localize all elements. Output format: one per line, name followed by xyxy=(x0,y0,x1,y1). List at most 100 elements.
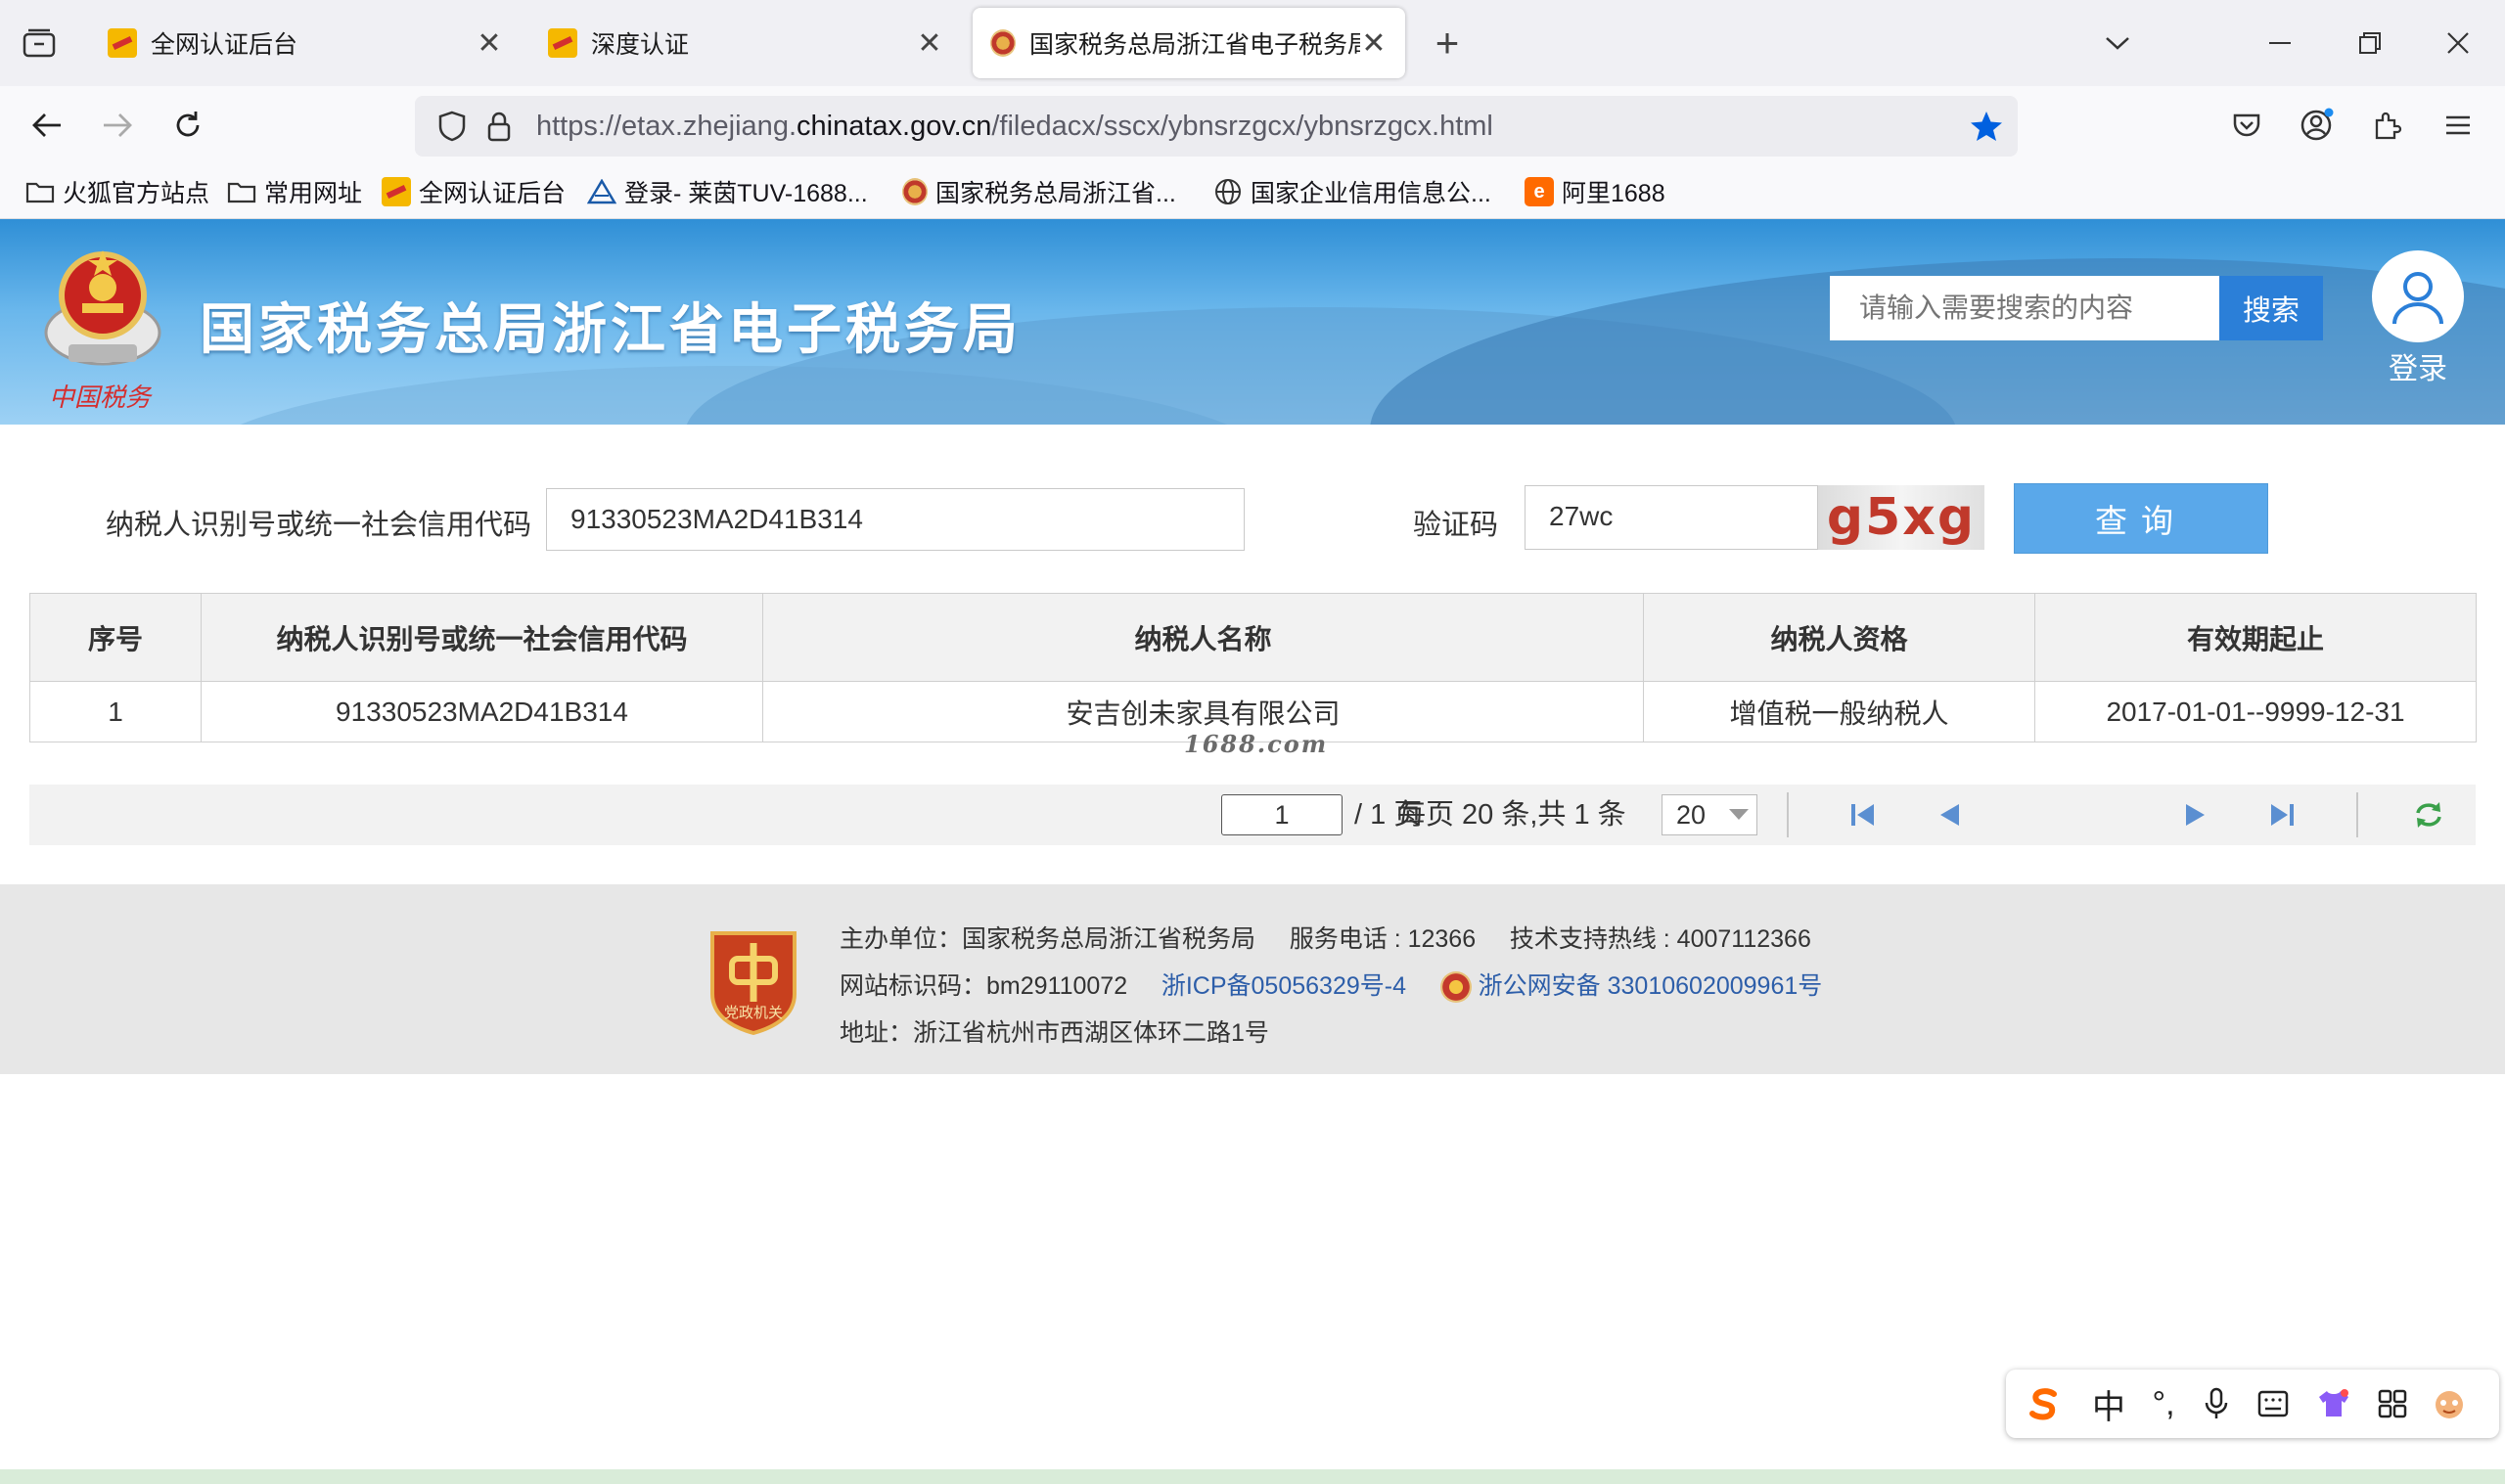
bookmark-credit-info[interactable]: 国家企业信用信息公... xyxy=(1213,164,1491,219)
url-prefix: https://etax.zhejiang. xyxy=(536,111,797,142)
tab-close-icon[interactable]: ✕ xyxy=(916,26,943,61)
query-button[interactable]: 查询 xyxy=(2014,483,2268,554)
lock-icon[interactable] xyxy=(472,87,526,165)
pager-separator xyxy=(2356,792,2358,837)
ime-language-toggle[interactable]: 中 xyxy=(2086,1370,2131,1438)
refresh-icon[interactable] xyxy=(2411,797,2446,832)
result-table: 序号 纳税人识别号或统一社会信用代码 纳税人名称 纳税人资格 有效期起止 1 9… xyxy=(29,593,2477,742)
pagination-bar: 每页 20 条,共 1 条 20 1 / 1 页 xyxy=(29,785,2476,845)
column-header-index: 序号 xyxy=(29,593,202,682)
table-header-row: 序号 纳税人识别号或统一社会信用代码 纳税人名称 纳税人资格 有效期起止 xyxy=(29,593,2477,682)
tab-overview-icon[interactable] xyxy=(12,4,67,82)
footer-site-code: 网站标识码：bm29110072 xyxy=(840,972,1128,1000)
bookmark-label: 常用网址 xyxy=(264,180,363,207)
prev-page-icon[interactable] xyxy=(1932,797,1967,832)
sogou-logo-icon[interactable] xyxy=(2022,1370,2067,1438)
page-number-input[interactable]: 1 xyxy=(1221,794,1343,835)
emblem-favicon-icon xyxy=(990,29,1016,57)
footer-line-1: 主办单位：国家税务总局浙江省税务局 服务电话 : 12366 技术支持热线 : … xyxy=(840,920,1811,955)
page-bottom-strip xyxy=(0,1469,2505,1484)
bookmark-label: 国家企业信用信息公... xyxy=(1251,180,1491,207)
menu-hamburger-icon[interactable] xyxy=(2431,86,2485,164)
tax-emblem-logo: 中国税务 xyxy=(39,239,166,415)
tab-list-chevron-icon[interactable] xyxy=(2090,4,2145,82)
new-tab-button[interactable]: + xyxy=(1425,14,1470,72)
last-page-icon[interactable] xyxy=(2264,797,2300,832)
bookmark-alibaba-1688[interactable]: e 阿里1688 xyxy=(1525,164,1665,219)
column-header-qualification: 纳税人资格 xyxy=(1643,593,2035,682)
reload-icon[interactable] xyxy=(160,86,215,164)
tab-label: 深度认证 xyxy=(591,31,690,59)
captcha-image[interactable]: g5xg xyxy=(1818,485,1984,550)
tab-label: 国家税务总局浙江省电子税务局 xyxy=(1029,31,1360,59)
close-window-icon[interactable] xyxy=(2431,4,2485,82)
cell-validity: 2017-01-01--9999-12-31 xyxy=(2034,681,2477,742)
tab-close-icon[interactable]: ✕ xyxy=(476,26,503,61)
site-search-button[interactable]: 搜索 xyxy=(2219,276,2323,340)
site-search-input[interactable] xyxy=(1830,276,2219,340)
bookmark-common-sites[interactable]: 常用网址 xyxy=(227,164,362,219)
footer-police-record-link[interactable]: 浙公网安备 33010602009961号 xyxy=(1479,972,1823,1000)
ime-toolbar: 中 °, xyxy=(2006,1370,2499,1438)
site-favicon-icon xyxy=(548,28,577,58)
first-page-icon[interactable] xyxy=(1845,797,1881,832)
folder-icon xyxy=(227,182,256,203)
mascot-icon[interactable] xyxy=(2427,1370,2472,1438)
alibaba-icon: e xyxy=(1525,177,1554,206)
back-arrow-icon[interactable] xyxy=(20,86,74,164)
footer-address: 地址：浙江省杭州市西湖区体环二路1号 xyxy=(840,1019,1269,1047)
restore-icon[interactable] xyxy=(2343,4,2397,82)
bookmark-label: 全网认证后台 xyxy=(419,180,567,207)
footer-tech-support: 技术支持热线 : 4007112366 xyxy=(1509,925,1811,953)
microphone-icon[interactable] xyxy=(2194,1370,2239,1438)
ime-punctuation-toggle[interactable]: °, xyxy=(2141,1370,2186,1438)
bookmarks-bar: 火狐官方站点 常用网址 全网认证后台 登录- 莱茵TUV-1688... 国家税… xyxy=(0,164,2505,219)
bookmark-zj-tax[interactable]: 国家税务总局浙江省... xyxy=(902,164,1176,219)
toolbox-grid-icon[interactable] xyxy=(2370,1370,2415,1438)
watermark-text: 1688.com xyxy=(1184,730,1329,758)
tab-shendu[interactable]: 深度认证 ✕ xyxy=(530,8,961,78)
captcha-input[interactable]: 27wc xyxy=(1525,485,1818,550)
tab-quanwang[interactable]: 全网认证后台 ✕ xyxy=(90,8,521,78)
pager-separator xyxy=(1787,792,1789,837)
emblem-caption: 中国税务 xyxy=(49,383,152,413)
page-size-select[interactable]: 20 xyxy=(1662,794,1757,835)
globe-icon xyxy=(1215,179,1241,204)
taxpayer-id-input[interactable]: 91330523MA2D41B314 xyxy=(546,488,1245,551)
extensions-puzzle-icon[interactable] xyxy=(2360,86,2415,164)
account-icon[interactable] xyxy=(2290,86,2345,164)
cell-taxpayer-id: 91330523MA2D41B314 xyxy=(201,681,763,742)
tab-etax[interactable]: 国家税务总局浙江省电子税务局 ✕ xyxy=(973,8,1405,78)
page-size-value: 20 xyxy=(1676,800,1707,830)
police-emblem-icon xyxy=(1439,971,1472,1004)
pocket-icon[interactable] xyxy=(2219,86,2274,164)
tab-close-icon[interactable]: ✕ xyxy=(1360,26,1388,61)
pager-info: 每页 20 条,共 1 条 xyxy=(1397,799,1626,831)
folder-icon xyxy=(25,182,55,203)
bookmark-firefox-sites[interactable]: 火狐官方站点 xyxy=(25,164,209,219)
bookmark-label: 登录- 莱茵TUV-1688... xyxy=(624,180,868,207)
bookmark-label: 火狐官方站点 xyxy=(63,180,210,207)
column-header-taxpayer-name: 纳税人名称 xyxy=(762,593,1644,682)
column-header-validity: 有效期起止 xyxy=(2034,593,2477,682)
bookmark-tuv-login[interactable]: 登录- 莱茵TUV-1688... xyxy=(587,164,868,219)
captcha-label: 验证码 xyxy=(1413,510,1499,541)
footer-icp-link[interactable]: 浙ICP备05056329号-4 xyxy=(1161,972,1406,1000)
login-avatar-icon[interactable] xyxy=(2372,250,2464,342)
keyboard-icon[interactable] xyxy=(2251,1370,2296,1438)
forward-arrow-icon[interactable] xyxy=(90,86,145,164)
bookmark-label: 国家税务总局浙江省... xyxy=(935,180,1176,207)
bookmark-star-icon[interactable] xyxy=(1959,87,2014,165)
address-bar[interactable]: https://etax.zhejiang.chinatax.gov.cn/fi… xyxy=(415,96,2018,157)
taxpayer-id-label: 纳税人识别号或统一社会信用代码 xyxy=(106,510,532,541)
emblem-icon xyxy=(902,178,928,205)
login-link[interactable]: 登录 xyxy=(2374,344,2462,387)
url-text: https://etax.zhejiang.chinatax.gov.cn/fi… xyxy=(536,96,1493,157)
bookmark-quanwang[interactable]: 全网认证后台 xyxy=(382,164,566,219)
browser-tab-bar: 全网认证后台 ✕ 深度认证 ✕ 国家税务总局浙江省电子税务局 ✕ + xyxy=(0,0,2505,86)
next-page-icon[interactable] xyxy=(2178,797,2213,832)
badge-caption: 党政机关 xyxy=(723,1005,783,1021)
minimize-icon[interactable] xyxy=(2253,4,2307,82)
footer-sponsor: 主办单位：国家税务总局浙江省税务局 xyxy=(840,925,1256,953)
skin-shirt-icon[interactable] xyxy=(2311,1370,2356,1438)
